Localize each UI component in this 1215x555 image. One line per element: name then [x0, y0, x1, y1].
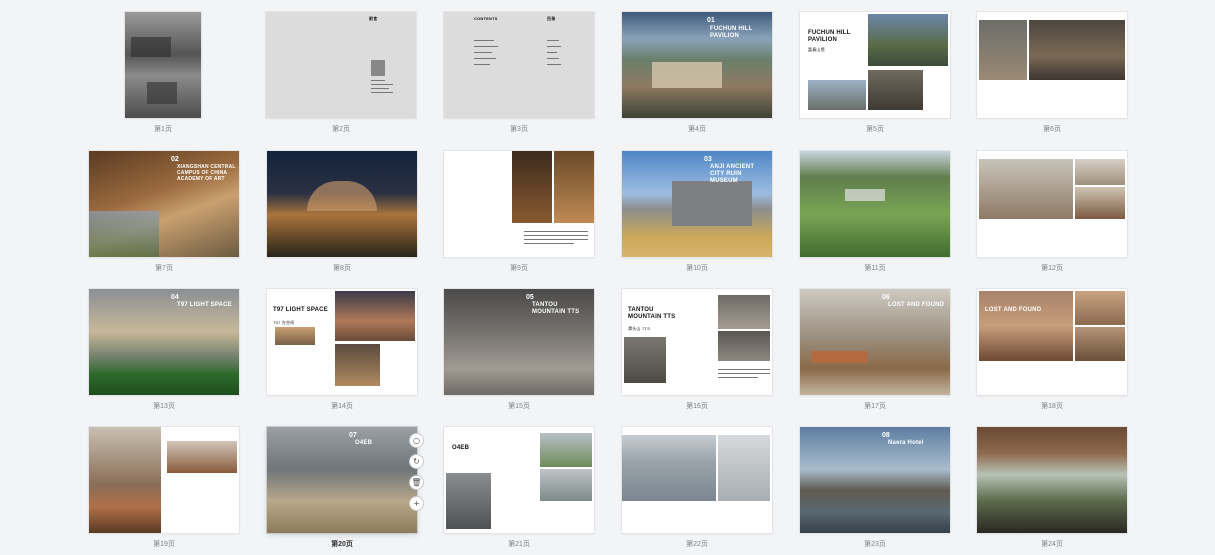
page-label: 第20页 — [331, 541, 353, 548]
page-preview: FUCHUN HILL PAVILION 富春山馆 — [800, 12, 950, 118]
page-preview — [89, 427, 239, 533]
page-label: 第2页 — [332, 126, 350, 133]
page-label: 第4页 — [688, 126, 706, 133]
page-label: 第8页 — [333, 265, 351, 272]
page-preview: O4EB — [444, 427, 594, 533]
page-preview: CONTENTS 目录 — [444, 12, 594, 118]
page-preview: 06 LOST AND FOUND — [800, 289, 950, 395]
delete-icon[interactable]: 🗑 — [410, 476, 423, 489]
page-label: 第7页 — [155, 265, 173, 272]
page-label: 第11页 — [864, 265, 886, 272]
page-preview: T97 LIGHT SPACE T97 光空间 — [267, 289, 417, 395]
page-label: 第3页 — [510, 126, 528, 133]
page-preview: 01 FUCHUN HILL PAVILION — [622, 12, 772, 118]
page-preview — [977, 427, 1127, 533]
page-label: 第22页 — [686, 541, 708, 548]
page-label: 第24页 — [1041, 541, 1063, 548]
page-label: 第14页 — [331, 403, 353, 410]
page-label: 第10页 — [686, 265, 708, 272]
page-label: 第23页 — [864, 541, 886, 548]
page-preview — [977, 151, 1127, 257]
page-action-toolbar: ○ ↻ 🗑 + — [410, 432, 424, 518]
page-preview: 02 XIANGSHAN CENTRAL CAMPUS OF CHINA ACA… — [89, 151, 239, 257]
page-label: 第12页 — [1041, 265, 1063, 272]
page-label: 第18页 — [1041, 403, 1063, 410]
page-preview: 03 ANJI ANCIENT CITY RUIN MUSEUM — [622, 151, 772, 257]
page-preview — [622, 427, 772, 533]
comment-icon[interactable]: ○ — [410, 434, 423, 447]
page-label: 第9页 — [510, 265, 528, 272]
page-preview: LOST AND FOUND — [977, 289, 1127, 395]
page-label: 第17页 — [864, 403, 886, 410]
add-icon[interactable]: + — [410, 497, 423, 510]
page-preview: 07 O4EB — [267, 427, 417, 533]
page-preview: TANTOU MOUNTAIN TTS 潭头山 TTS — [622, 289, 772, 395]
page-label: 第16页 — [686, 403, 708, 410]
page-label: 第6页 — [1043, 126, 1061, 133]
page-label: 第19页 — [153, 541, 175, 548]
page-label: 第13页 — [153, 403, 175, 410]
page-label: 第15页 — [508, 403, 530, 410]
page-label: 第21页 — [508, 541, 530, 548]
page-preview: 05 TANTOU MOUNTAIN TTS — [444, 289, 594, 395]
page-preview — [977, 12, 1127, 118]
page-thumbnail-grid: 第1页 前言 第2页 CONTENTS 目录 第3页 01 FUCHUN HIL… — [0, 0, 1215, 555]
page-label: 第5页 — [866, 126, 884, 133]
page-label: 第1页 — [154, 126, 172, 133]
page-preview — [267, 151, 417, 257]
rotate-icon[interactable]: ↻ — [410, 455, 423, 468]
page-preview — [444, 151, 594, 257]
page-preview: 前言 — [266, 12, 416, 118]
page-preview: 04 T97 LIGHT SPACE — [89, 289, 239, 395]
page-preview — [125, 12, 201, 118]
page-preview — [800, 151, 950, 257]
page-preview: 08 Naera Hotel — [800, 427, 950, 533]
